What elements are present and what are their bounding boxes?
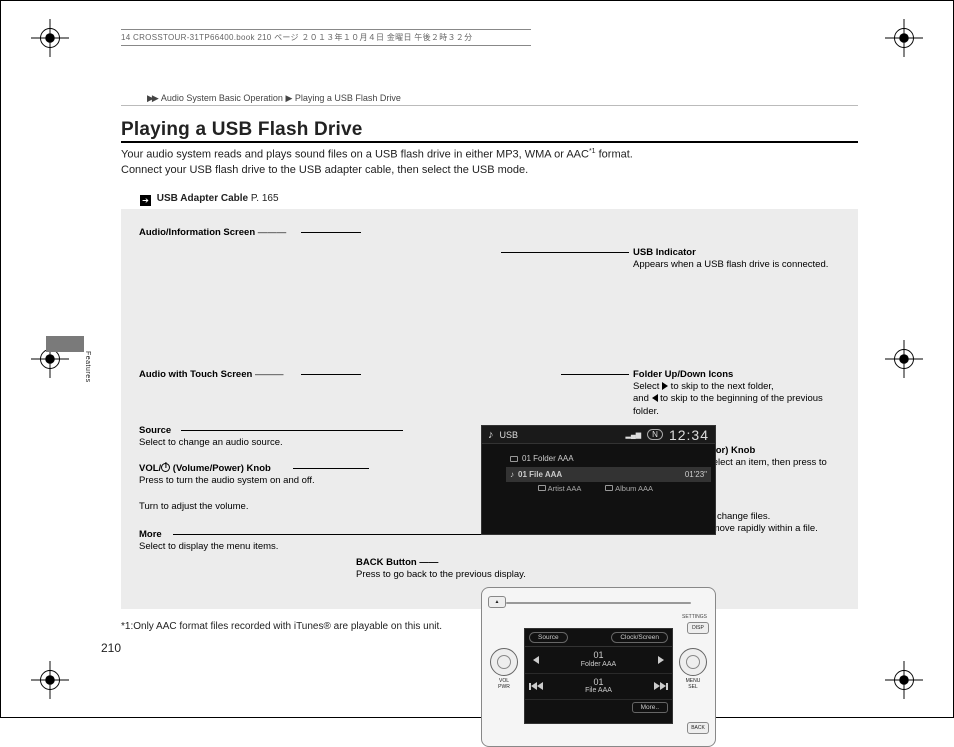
- breadcrumb-sep-icon: ▶: [285, 93, 292, 103]
- touch-screen[interactable]: Source Clock/Screen 01Folder AAA 01File …: [524, 628, 673, 724]
- label-usb-ind: USB Indicator: [633, 247, 696, 258]
- desc-more: Select to display the menu items.: [139, 541, 278, 553]
- ai-artist: Artist AAA: [548, 484, 582, 493]
- label-audio-info: Audio/Information Screen ———: [139, 227, 286, 238]
- signal-icon: ▂▄▆: [625, 431, 641, 439]
- ai-file: 01 File AAA: [518, 468, 562, 482]
- ref-page: P. 165: [251, 193, 279, 204]
- menu-sel-knob[interactable]: [679, 648, 707, 676]
- intro-line1b: format.: [596, 149, 633, 161]
- folder-next-icon[interactable]: [654, 655, 668, 665]
- audio-info-screen: ♪ USB ▂▄▆ N 12:34 01 Folder AAA ♪ 01 Fil…: [481, 425, 716, 535]
- leader-line: [561, 374, 629, 375]
- breadcrumb: ▶▶ Audio System Basic Operation ▶ Playin…: [147, 93, 401, 104]
- usb-label: USB: [500, 430, 519, 440]
- ref-label: USB Adapter Cable: [157, 193, 248, 204]
- label-more: More: [139, 529, 162, 540]
- label-vol-knob: VOL/ (Volume/Power) Knob: [139, 463, 271, 474]
- registration-mark-icon: [31, 661, 69, 699]
- vol-knob-label: VOLPWR: [490, 678, 518, 690]
- clock-screen-button[interactable]: Clock/Screen: [611, 632, 668, 643]
- folder-name: Folder AAA: [581, 661, 616, 668]
- desc-back: Press to go back to the previous display…: [356, 569, 526, 581]
- folder-icon: [510, 456, 518, 462]
- label-back: BACK Button ——: [356, 557, 438, 568]
- back-button[interactable]: BACK: [687, 722, 709, 734]
- eject-button[interactable]: ▲: [488, 596, 506, 608]
- file-name: File AAA: [585, 687, 612, 694]
- ai-duration: 01'23": [685, 468, 707, 482]
- clock-readout: 12:34: [669, 427, 709, 443]
- registration-mark-icon: [885, 340, 923, 378]
- gear-badge: N: [647, 429, 663, 440]
- breadcrumb-arrows-icon: ▶▶: [147, 93, 157, 103]
- file-num: 01: [593, 677, 603, 687]
- stereo-unit: ▲ SETTINGS DISP BACK VOLPWR MENUSEL Sour…: [481, 587, 716, 747]
- desc-folder-icons: Select to skip to the next folder, and t…: [633, 381, 833, 418]
- label-audio-touch: Audio with Touch Screen ———: [139, 369, 283, 380]
- album-icon: [605, 485, 613, 491]
- diagram-area: Audio/Information Screen ——— Audio with …: [121, 209, 858, 609]
- leader-line: [293, 468, 369, 469]
- breadcrumb-seg2: Playing a USB Flash Drive: [295, 93, 401, 103]
- breadcrumb-rule: [121, 105, 858, 106]
- artist-icon: [538, 485, 546, 491]
- disc-slot: [506, 602, 691, 604]
- intro-line2: Connect your USB flash drive to the USB …: [121, 164, 528, 176]
- folder-num: 01: [593, 650, 603, 660]
- registration-mark-icon: [885, 661, 923, 699]
- registration-mark-icon: [885, 19, 923, 57]
- breadcrumb-seg1: Audio System Basic Operation: [161, 93, 283, 103]
- skip-back-button[interactable]: [529, 681, 543, 691]
- section-label: Features: [84, 351, 91, 383]
- power-icon: [161, 463, 170, 472]
- book-meta-line: 14 CROSSTOUR-31TP66400.book 210 ページ ２０１３…: [121, 29, 531, 46]
- volume-power-knob[interactable]: [490, 648, 518, 676]
- desc-vol1: Press to turn the audio system on and of…: [139, 475, 315, 487]
- cross-reference: ➔ USB Adapter Cable P. 165: [140, 193, 279, 206]
- ai-folder: 01 Folder AAA: [522, 452, 574, 466]
- leader-line: [301, 232, 361, 233]
- page-number: 210: [101, 641, 121, 655]
- disp-button[interactable]: DISP: [687, 622, 709, 634]
- section-tab: [46, 336, 84, 352]
- folder-prev-icon[interactable]: [529, 655, 543, 665]
- intro-sup: *1: [589, 148, 596, 155]
- title-rule: [121, 141, 858, 143]
- skip-fwd-button[interactable]: [654, 681, 668, 691]
- ai-album: Album AAA: [615, 484, 653, 493]
- page-title: Playing a USB Flash Drive: [121, 119, 363, 141]
- source-button[interactable]: Source: [529, 632, 568, 643]
- registration-mark-icon: [31, 19, 69, 57]
- manual-page: 14 CROSSTOUR-31TP66400.book 210 ページ ２０１３…: [0, 0, 954, 718]
- leader-line: [301, 374, 361, 375]
- intro-text: Your audio system reads and plays sound …: [121, 147, 761, 177]
- footnote: *1:Only AAC format files recorded with i…: [121, 621, 442, 632]
- settings-label: SETTINGS: [682, 614, 707, 620]
- desc-vol2: Turn to adjust the volume.: [139, 501, 248, 513]
- link-arrow-icon: ➔: [140, 195, 151, 206]
- desc-usb-ind: Appears when a USB flash drive is connec…: [633, 259, 828, 271]
- intro-line1a: Your audio system reads and plays sound …: [121, 149, 589, 161]
- music-note-icon: ♪: [488, 429, 494, 441]
- file-icon: ♪: [510, 468, 514, 482]
- leader-line: [181, 430, 403, 431]
- label-folder-icons: Folder Up/Down Icons: [633, 369, 733, 380]
- desc-source: Select to change an audio source.: [139, 437, 283, 449]
- leader-line: [501, 252, 629, 253]
- menu-knob-label: MENUSEL: [679, 678, 707, 690]
- more-button[interactable]: More..: [632, 702, 668, 713]
- label-source: Source: [139, 425, 171, 436]
